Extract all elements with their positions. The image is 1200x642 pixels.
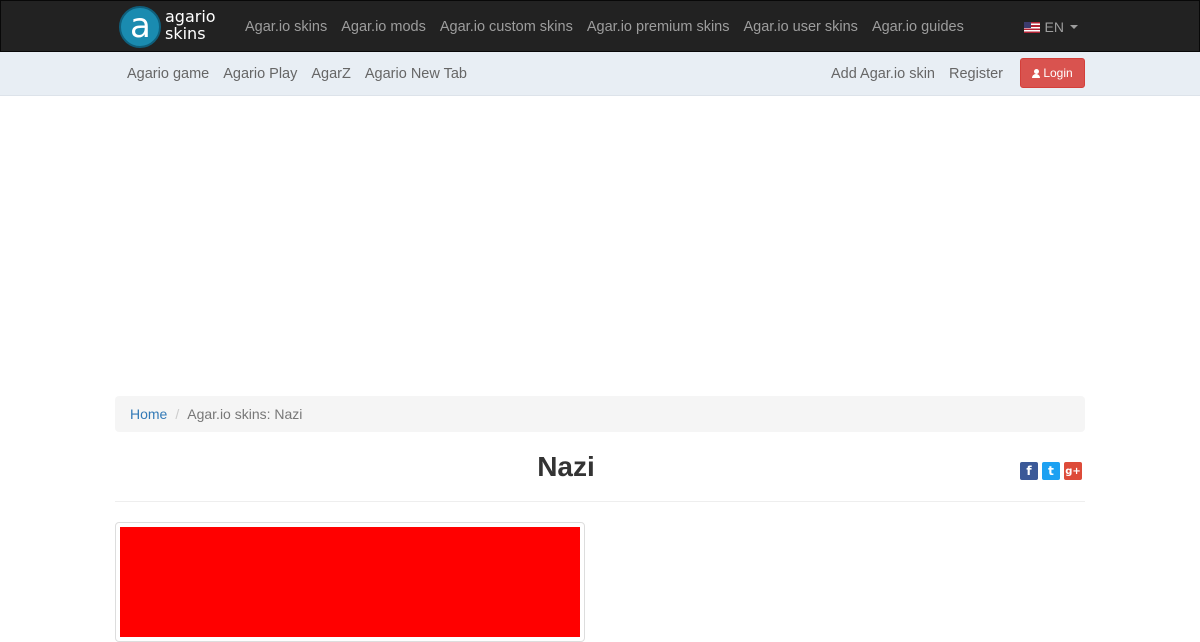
account-links: Add Agar.io skin Register xyxy=(824,52,1010,96)
nav-agario-game[interactable]: Agario game xyxy=(120,66,216,82)
page-title: Nazi xyxy=(537,451,595,482)
logo-circle: a xyxy=(119,6,161,48)
language-dropdown[interactable]: EN xyxy=(1023,1,1078,53)
top-navbar: a agario skins Agar.io skins Agar.io mod… xyxy=(0,0,1200,52)
logo-text-line1: agario xyxy=(165,7,216,26)
nav-agarz[interactable]: AgarZ xyxy=(304,66,358,82)
logo-text: agario skins xyxy=(165,8,216,42)
share-buttons: f t g+ xyxy=(1020,462,1082,480)
breadcrumb-current: Agar.io skins: Nazi xyxy=(187,406,303,422)
secondary-menu: Agario game Agario Play AgarZ Agario New… xyxy=(120,52,474,96)
us-flag-icon xyxy=(1023,21,1040,33)
facebook-icon[interactable]: f xyxy=(1020,462,1038,480)
nav-agario-custom-skins[interactable]: Agar.io custom skins xyxy=(433,1,580,53)
title-divider xyxy=(115,501,1085,502)
breadcrumb-home[interactable]: Home xyxy=(130,406,167,422)
nav-agario-guides[interactable]: Agar.io guides xyxy=(865,1,971,53)
nav-agario-skins[interactable]: Agar.io skins xyxy=(238,1,334,53)
add-skin-link[interactable]: Add Agar.io skin xyxy=(824,66,942,82)
main-menu: Agar.io skins Agar.io mods Agar.io custo… xyxy=(238,1,971,53)
breadcrumb: Home / Agar.io skins: Nazi xyxy=(115,396,1085,432)
nav-agario-user-skins[interactable]: Agar.io user skins xyxy=(736,1,864,53)
nav-agario-mods[interactable]: Agar.io mods xyxy=(334,1,433,53)
twitter-icon[interactable]: t xyxy=(1042,462,1060,480)
skin-thumbnail xyxy=(115,522,585,642)
login-label: Login xyxy=(1043,66,1073,80)
caret-down-icon xyxy=(1070,25,1078,29)
nav-agario-play[interactable]: Agario Play xyxy=(216,66,304,82)
login-button[interactable]: Login xyxy=(1020,58,1085,88)
site-logo[interactable]: a agario skins xyxy=(119,6,219,48)
google-plus-icon[interactable]: g+ xyxy=(1064,462,1082,480)
language-label: EN xyxy=(1044,19,1064,35)
skin-image xyxy=(120,527,580,637)
user-icon xyxy=(1032,68,1041,78)
nav-agario-premium-skins[interactable]: Agar.io premium skins xyxy=(580,1,737,53)
register-link[interactable]: Register xyxy=(942,66,1010,82)
logo-letter: a xyxy=(130,6,151,46)
breadcrumb-separator: / xyxy=(175,406,180,422)
logo-text-line2: skins xyxy=(165,24,206,43)
nav-agario-new-tab[interactable]: Agario New Tab xyxy=(358,66,474,82)
